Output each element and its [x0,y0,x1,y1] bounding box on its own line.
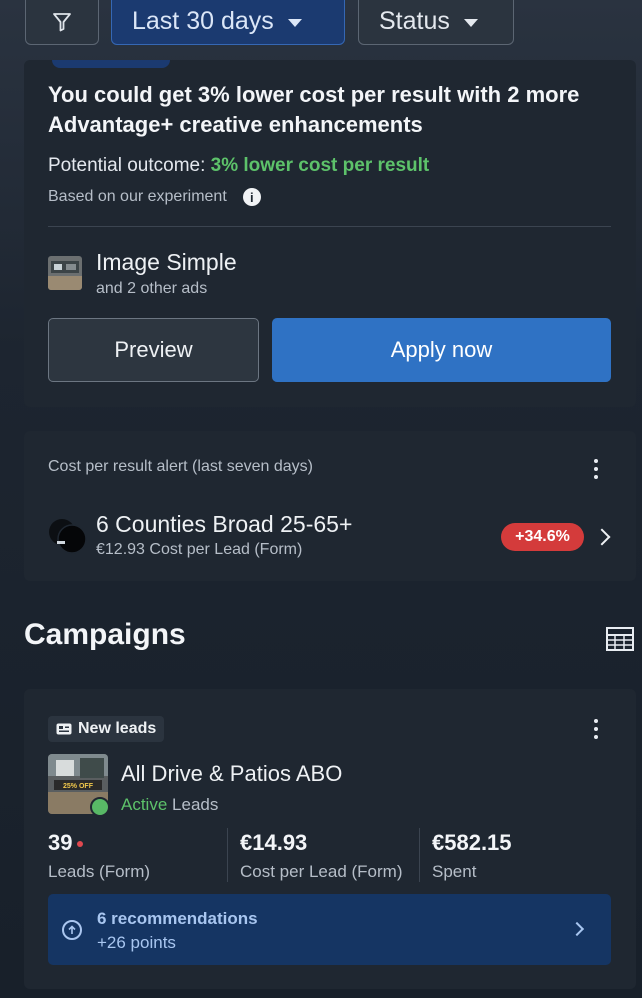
date-range-label: Last 30 days [132,7,274,35]
lead-form-icon [56,723,72,735]
score-up-icon [62,920,82,940]
objective-tag: New leads [48,716,165,742]
campaign-status: Active Leads [121,795,218,815]
active-status-dot [90,797,110,817]
chevron-down-icon [463,18,478,27]
preview-button[interactable]: Preview [48,318,259,382]
divider [419,828,420,882]
metric-leads: 39 Leads (Form) [48,830,150,882]
outcome-value: 3% lower cost per result [210,155,430,176]
metric-value: €582.15 [432,830,512,855]
metric-label: Leads (Form) [48,862,151,881]
metric-value: €14.93 [240,830,308,855]
alert-dot [77,841,84,848]
recommendations-count: 6 recommendations [97,909,258,928]
status-label: Status [379,7,450,35]
recommendation-headline: You could get 3% lower cost per result w… [48,82,580,137]
apply-now-button[interactable]: Apply now [272,318,611,382]
info-icon[interactable]: i [242,188,261,206]
campaign-type: Leads [172,795,219,814]
chevron-down-icon [287,18,302,27]
outcome-prefix: Potential outcome: [48,155,211,176]
metric-label: Spent [432,862,477,881]
potential-outcome: Potential outcome: 3% lower cost per res… [48,155,429,177]
filter-icon [53,12,71,31]
campaigns-heading: Campaigns [24,618,186,651]
recommendations-points: +26 points [97,933,176,952]
divider [48,226,611,227]
metric-label: Cost per Lead (Form) [240,862,403,881]
metric-value: 39 [48,830,73,855]
more-options-icon[interactable] [594,719,598,739]
status-dropdown[interactable]: Status [358,0,514,45]
metric-spent: €582.15 Spent [432,830,512,882]
recommendation-tag [52,60,170,68]
campaign-name[interactable]: All Drive & Patios ABO [121,761,342,787]
alert-title: Cost per result alert (last seven days) [48,458,313,475]
recommendations-banner[interactable] [48,894,611,965]
alert-cost-line: €12.93 Cost per Lead (Form) [96,541,303,558]
campaign-avatar [48,515,88,555]
date-range-dropdown[interactable]: Last 30 days [111,0,345,45]
change-badge: +34.6% [501,523,584,551]
status-active: Active [121,795,168,814]
objective-label: New leads [78,720,157,737]
table-view-icon[interactable] [606,627,634,651]
ad-thumbnail [48,256,82,290]
ad-others: and 2 other ads [96,280,208,297]
divider [227,828,228,882]
basis-text: Based on our experiment [48,188,227,205]
filter-button[interactable] [25,0,99,45]
alert-campaign-name: 6 Counties Broad 25-65+ [96,511,353,537]
thumbnail-promo: 25% OFF [63,783,94,790]
ad-name: Image Simple [96,249,237,275]
experiment-basis: Based on our experiment i [48,188,261,206]
more-options-icon[interactable] [594,459,598,479]
metric-cost-per-lead: €14.93 Cost per Lead (Form) [240,830,403,882]
